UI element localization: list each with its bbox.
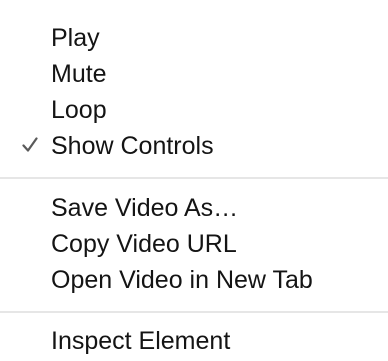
- menu-item-save-video-as[interactable]: Save Video As…: [0, 190, 388, 226]
- menu-item-label: Show Controls: [51, 132, 214, 160]
- menu-item-label: Save Video As…: [51, 194, 239, 222]
- menu-separator: [0, 311, 388, 313]
- menu-item-show-controls[interactable]: Show Controls: [0, 128, 388, 164]
- menu-item-label: Copy Video URL: [51, 230, 237, 258]
- menu-item-label: Loop: [51, 96, 107, 124]
- menu-item-mute[interactable]: Mute: [0, 56, 388, 92]
- menu-item-label: Open Video in New Tab: [51, 266, 313, 294]
- menu-item-open-video-in-new-tab[interactable]: Open Video in New Tab: [0, 262, 388, 298]
- menu-item-loop[interactable]: Loop: [0, 92, 388, 128]
- menu-item-label: Inspect Element: [51, 327, 231, 355]
- menu-item-copy-video-url[interactable]: Copy Video URL: [0, 226, 388, 262]
- menu-item-play[interactable]: Play: [0, 20, 388, 56]
- menu-separator: [0, 177, 388, 179]
- menu-item-inspect-element[interactable]: Inspect Element: [0, 323, 388, 359]
- menu-item-label: Mute: [51, 60, 107, 88]
- menu-item-label: Play: [51, 24, 100, 52]
- context-menu: Play Mute Loop Show Controls Save Video …: [0, 0, 388, 361]
- checkmark-icon: [22, 137, 38, 153]
